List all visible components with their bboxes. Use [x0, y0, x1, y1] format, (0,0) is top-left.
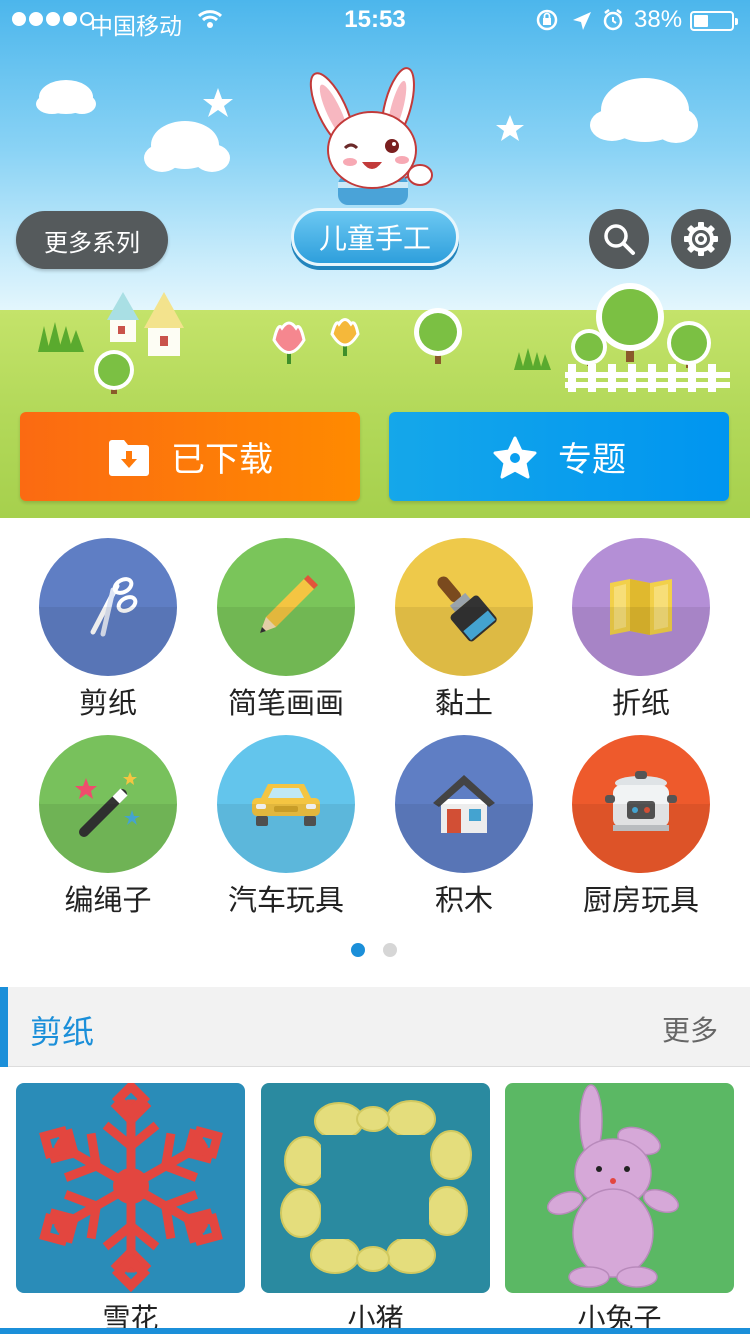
category-simple-drawing[interactable]: 简笔画画 — [196, 538, 376, 722]
search-button[interactable] — [589, 209, 649, 269]
downloaded-label: 已下载 — [171, 440, 273, 480]
rice-cooker-icon — [605, 771, 677, 831]
paper-rabbit-image — [505, 1083, 734, 1293]
status-bar: 中国移动 15:53 38% — [0, 0, 750, 40]
item-image-pig[interactable] — [261, 1083, 490, 1293]
category-circle — [395, 538, 533, 676]
rotation-lock-icon — [536, 9, 558, 31]
snowflake-image — [16, 1083, 245, 1293]
hero-banner: 中国移动 15:53 38% 更多系列 儿童手工 已下载 专题 — [0, 0, 750, 518]
category-clay[interactable]: 黏土 — [374, 538, 554, 722]
category-rope-weaving[interactable]: 编绳子 — [18, 735, 198, 919]
magic-wand-icon — [75, 772, 140, 837]
topics-label: 专题 — [558, 440, 626, 480]
alarm-icon — [603, 9, 623, 31]
more-series-button[interactable]: 更多系列 — [16, 211, 168, 269]
category-toy-cars[interactable]: 汽车玩具 — [196, 735, 376, 919]
folder-download-icon — [109, 439, 149, 476]
app-title-badge: 儿童手工 — [291, 208, 459, 266]
location-arrow-icon — [573, 12, 591, 30]
section-header: 剪纸 更多 — [0, 987, 750, 1067]
bottom-accent-line — [0, 1328, 750, 1334]
page-dot[interactable] — [383, 943, 397, 957]
category-paper-cutting[interactable]: 剪纸 — [18, 538, 198, 722]
scissors-icon — [90, 577, 138, 637]
gear-icon — [684, 222, 718, 256]
page-indicator[interactable] — [351, 943, 397, 957]
category-label: 积木 — [434, 883, 493, 917]
category-label: 简笔画画 — [227, 686, 344, 720]
category-circle — [395, 735, 533, 873]
battery-percent: 38% — [634, 6, 683, 33]
item-image-snowflake[interactable] — [16, 1083, 245, 1293]
category-label: 厨房玩具 — [582, 883, 699, 917]
settings-button[interactable] — [671, 209, 731, 269]
pencil-icon — [260, 575, 318, 633]
item-card[interactable]: 小猪 — [261, 1083, 490, 1334]
category-building-blocks[interactable]: 积木 — [374, 735, 554, 919]
category-origami[interactable]: 折纸 — [551, 538, 731, 722]
folded-paper-icon — [610, 579, 672, 635]
battery-icon — [690, 11, 738, 31]
category-circle — [572, 735, 710, 873]
category-label: 汽车玩具 — [227, 883, 344, 917]
pig-ring-image — [261, 1083, 490, 1293]
topics-button[interactable]: 专题 — [389, 412, 729, 501]
category-label: 折纸 — [611, 686, 670, 720]
downloaded-button[interactable]: 已下载 — [20, 412, 360, 501]
star-icon — [493, 436, 537, 478]
item-card[interactable]: 雪花 — [16, 1083, 245, 1334]
paintbrush-icon — [437, 576, 497, 642]
category-circle — [572, 538, 710, 676]
house-icon — [433, 775, 495, 833]
section-more-link[interactable]: 更多 — [662, 1009, 718, 1049]
category-label: 编绳子 — [64, 883, 152, 917]
search-icon — [604, 224, 635, 255]
category-circle — [39, 735, 177, 873]
category-kitchen-toys[interactable]: 厨房玩具 — [551, 735, 731, 919]
car-icon — [252, 784, 320, 826]
category-label: 剪纸 — [78, 686, 137, 720]
section-accent-bar — [0, 987, 8, 1067]
rabbit-mascot — [309, 67, 433, 205]
category-label: 黏土 — [434, 686, 493, 720]
category-circle — [217, 538, 355, 676]
status-icons-group — [536, 9, 623, 31]
item-image-rabbit[interactable] — [505, 1083, 734, 1293]
section-title: 剪纸 — [30, 1013, 95, 1051]
page-dot-active[interactable] — [351, 943, 365, 957]
category-circle — [39, 538, 177, 676]
category-circle — [217, 735, 355, 873]
item-card[interactable]: 小兔子 — [505, 1083, 734, 1334]
